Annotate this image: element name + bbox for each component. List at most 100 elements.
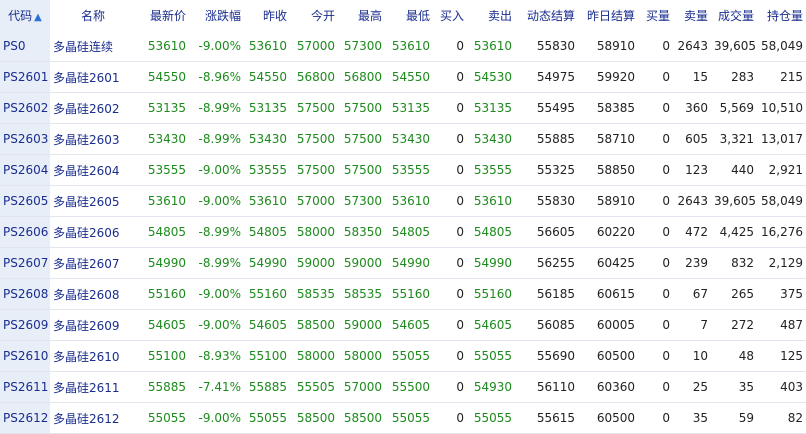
column-header-last[interactable]: 最新价 — [136, 0, 189, 31]
column-header-change-pct[interactable]: 涨跌幅 — [189, 0, 244, 31]
cell-name[interactable]: 多晶硅2605 — [50, 185, 136, 217]
cell-code[interactable]: PS2610 — [0, 340, 50, 372]
column-header-name[interactable]: 名称 — [50, 0, 136, 31]
column-header-open[interactable]: 今开 — [290, 0, 338, 31]
table-row[interactable]: PS2603 多晶硅2603 53430 -8.99% 53430 57500 57500 5… — [0, 123, 806, 155]
cell-ask-vol: 25 — [673, 371, 711, 403]
cell-code[interactable]: PS2602 — [0, 92, 50, 124]
cell-dyn-settle: 55325 — [515, 154, 578, 186]
cell-ask: 54530 — [467, 61, 515, 93]
cell-name[interactable]: 多晶硅2601 — [50, 61, 136, 93]
cell-open-interest: 2,129 — [757, 247, 806, 279]
cell-change-pct: -9.00% — [189, 278, 244, 310]
cell-name[interactable]: 多晶硅连续 — [50, 31, 136, 62]
column-header-ask-vol[interactable]: 卖量 — [673, 0, 711, 31]
cell-bid-vol: 0 — [638, 247, 673, 279]
table-row[interactable]: PS2602 多晶硅2602 53135 -8.99% 53135 57500 57500 5… — [0, 92, 806, 124]
cell-ask: 55055 — [467, 402, 515, 434]
cell-prev-close: 53610 — [244, 185, 290, 217]
cell-volume: 4,425 — [711, 216, 757, 248]
table-row[interactable]: PS2611 多晶硅2611 55885 -7.41% 55885 55505 57000 5… — [0, 371, 806, 403]
cell-volume: 5,569 — [711, 92, 757, 124]
cell-bid-vol: 0 — [638, 31, 673, 62]
cell-ask: 55160 — [467, 278, 515, 310]
cell-bid: 0 — [433, 216, 467, 248]
cell-code[interactable]: PS2603 — [0, 123, 50, 155]
cell-name[interactable]: 多晶硅2608 — [50, 278, 136, 310]
column-header-prev-close[interactable]: 昨收 — [244, 0, 290, 31]
cell-name[interactable]: 多晶硅2609 — [50, 309, 136, 341]
column-header-volume[interactable]: 成交量 — [711, 0, 757, 31]
cell-name[interactable]: 多晶硅2611 — [50, 371, 136, 403]
column-header-prev-settle[interactable]: 昨日结算 — [578, 0, 638, 31]
cell-prev-close: 53555 — [244, 154, 290, 186]
table-row[interactable]: PS2607 多晶硅2607 54990 -8.99% 54990 59000 59000 5… — [0, 247, 806, 279]
cell-dyn-settle: 55615 — [515, 402, 578, 434]
table-row[interactable]: PS2606 多晶硅2606 54805 -8.99% 54805 58000 58350 5… — [0, 216, 806, 248]
table-row[interactable]: PS2609 多晶硅2609 54605 -9.00% 54605 58500 59000 5… — [0, 309, 806, 341]
cell-code[interactable]: PS2611 — [0, 371, 50, 403]
cell-low: 54605 — [385, 309, 433, 341]
cell-bid: 0 — [433, 309, 467, 341]
cell-dyn-settle: 56185 — [515, 278, 578, 310]
cell-code[interactable]: PS2609 — [0, 309, 50, 341]
cell-code[interactable]: PS2608 — [0, 278, 50, 310]
cell-dyn-settle: 55495 — [515, 92, 578, 124]
cell-bid-vol: 0 — [638, 278, 673, 310]
cell-volume: 59 — [711, 402, 757, 434]
table-row[interactable]: PS2608 多晶硅2608 55160 -9.00% 55160 58535 58535 5… — [0, 278, 806, 310]
column-header-ask[interactable]: 卖出 — [467, 0, 515, 31]
cell-ask: 53430 — [467, 123, 515, 155]
cell-code[interactable]: PS2605 — [0, 185, 50, 217]
cell-open-interest: 58,049 — [757, 185, 806, 217]
cell-prev-close: 53135 — [244, 92, 290, 124]
cell-code[interactable]: PS0 — [0, 31, 50, 62]
cell-code[interactable]: PS2607 — [0, 247, 50, 279]
cell-name[interactable]: 多晶硅2602 — [50, 92, 136, 124]
table-row[interactable]: PS2601 多晶硅2601 54550 -8.96% 54550 56800 56800 5… — [0, 61, 806, 93]
column-header-high[interactable]: 最高 — [338, 0, 385, 31]
cell-low: 53610 — [385, 31, 433, 62]
cell-code[interactable]: PS2601 — [0, 61, 50, 93]
cell-change-pct: -8.99% — [189, 92, 244, 124]
cell-ask-vol: 605 — [673, 123, 711, 155]
cell-name[interactable]: 多晶硅2612 — [50, 402, 136, 434]
cell-name[interactable]: 多晶硅2606 — [50, 216, 136, 248]
column-header-dyn-settle[interactable]: 动态结算 — [515, 0, 578, 31]
table-row[interactable]: PS2604 多晶硅2604 53555 -9.00% 53555 57500 57500 5… — [0, 154, 806, 186]
cell-low: 54990 — [385, 247, 433, 279]
cell-open-interest: 375 — [757, 278, 806, 310]
table-row[interactable]: PS2610 多晶硅2610 55100 -8.93% 55100 58000 58000 5… — [0, 340, 806, 372]
column-header-code[interactable]: 代码 ▲ — [0, 0, 50, 31]
cell-high: 58000 — [338, 340, 385, 372]
cell-open: 57500 — [290, 154, 338, 186]
column-header-low[interactable]: 最低 — [385, 0, 433, 31]
cell-prev-settle: 60360 — [578, 371, 638, 403]
column-header-open-interest[interactable]: 持仓量 — [757, 0, 806, 31]
table-row[interactable]: PS2605 多晶硅2605 53610 -9.00% 53610 57000 57300 5… — [0, 185, 806, 217]
cell-code[interactable]: PS2606 — [0, 216, 50, 248]
table-row[interactable]: PS0 多晶硅连续 53610 -9.00% 53610 57000 57300 53610 0… — [0, 31, 806, 62]
cell-bid-vol: 0 — [638, 154, 673, 186]
cell-volume: 35 — [711, 371, 757, 403]
cell-code[interactable]: PS2604 — [0, 154, 50, 186]
cell-last: 55885 — [136, 371, 189, 403]
cell-high: 57000 — [338, 371, 385, 403]
cell-name[interactable]: 多晶硅2604 — [50, 154, 136, 186]
cell-name[interactable]: 多晶硅2607 — [50, 247, 136, 279]
cell-volume: 3,321 — [711, 123, 757, 155]
column-header-bid-vol[interactable]: 买量 — [638, 0, 673, 31]
cell-last: 54550 — [136, 61, 189, 93]
cell-prev-close: 55100 — [244, 340, 290, 372]
cell-volume: 48 — [711, 340, 757, 372]
cell-name[interactable]: 多晶硅2603 — [50, 123, 136, 155]
cell-open: 58000 — [290, 340, 338, 372]
cell-high: 58500 — [338, 402, 385, 434]
cell-prev-close: 54805 — [244, 216, 290, 248]
cell-code[interactable]: PS2612 — [0, 402, 50, 434]
column-header-bid[interactable]: 买入 — [433, 0, 467, 31]
cell-name[interactable]: 多晶硅2610 — [50, 340, 136, 372]
cell-ask: 54990 — [467, 247, 515, 279]
cell-prev-settle: 60425 — [578, 247, 638, 279]
table-row[interactable]: PS2612 多晶硅2612 55055 -9.00% 55055 58500 58500 5… — [0, 402, 806, 434]
